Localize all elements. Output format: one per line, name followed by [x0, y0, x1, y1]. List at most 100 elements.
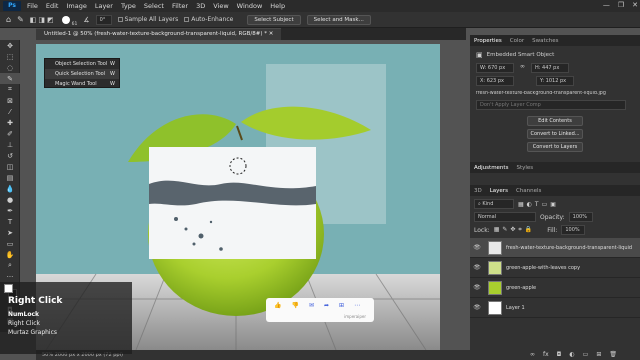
lock-label: Lock: — [474, 226, 490, 234]
tab-color[interactable]: Color — [510, 38, 524, 44]
tab-channels[interactable]: Channels — [516, 188, 541, 194]
y-field[interactable]: Y: 1012 px — [536, 76, 574, 86]
tab-swatches[interactable]: Swatches — [532, 38, 558, 44]
width-field[interactable]: W: 670 px — [476, 63, 514, 73]
clone-stamp-icon[interactable]: ⊥ — [0, 139, 20, 150]
more-tools-icon[interactable]: ··· — [0, 271, 20, 282]
link-icon[interactable]: ∞ — [520, 63, 525, 73]
menu-3d[interactable]: 3D — [192, 2, 209, 10]
tab-3d[interactable]: 3D — [474, 188, 482, 194]
flyout-quick-selection[interactable]: Quick Selection Tool W — [45, 69, 119, 79]
brush-preview-icon[interactable] — [61, 15, 70, 24]
select-subject-button[interactable]: Select Subject — [247, 14, 301, 25]
dodge-tool-icon[interactable]: ● — [0, 194, 20, 205]
angle-icon[interactable]: ∡ — [83, 16, 89, 24]
foreground-color-swatch[interactable] — [4, 284, 13, 293]
convert-to-layers-button[interactable]: Convert to Layers — [527, 142, 583, 152]
dislike-icon[interactable]: 👎 — [291, 302, 298, 309]
layer-row[interactable]: 👁 fresh-water-texture-background-transpa… — [470, 238, 640, 258]
visibility-eye-icon[interactable]: 👁 — [470, 304, 484, 311]
more-icon[interactable]: ⋯ — [354, 302, 360, 309]
share-icon[interactable]: ➦ — [324, 302, 329, 309]
lock-icons[interactable]: ▦✎✥⌗🔒 — [494, 226, 536, 234]
tab-styles[interactable]: Styles — [516, 165, 533, 171]
menu-select[interactable]: Select — [140, 2, 168, 10]
hand-tool-icon[interactable]: ✋ — [0, 249, 20, 260]
kind-filter-select[interactable]: ⌕ Kind — [474, 199, 514, 209]
menu-filter[interactable]: Filter — [168, 2, 192, 10]
tab-layers[interactable]: Layers — [490, 188, 508, 194]
edit-contents-button[interactable]: Edit Contents — [527, 116, 583, 126]
like-icon[interactable]: 👍 — [274, 302, 281, 309]
quick-selection-icon[interactable]: ✎ — [17, 15, 24, 24]
group-icon[interactable]: ▭ — [583, 351, 589, 358]
height-field[interactable]: H: 447 px — [531, 63, 569, 73]
comment-icon[interactable]: ✉ — [309, 302, 314, 309]
menu-window[interactable]: Window — [233, 2, 267, 10]
menu-help[interactable]: Help — [266, 2, 289, 10]
fill-field[interactable]: 100% — [561, 225, 586, 235]
menu-layer[interactable]: Layer — [91, 2, 117, 10]
brush-size-value[interactable]: 61 — [72, 22, 78, 27]
layer-comp-select[interactable]: Don't Apply Layer Comp — [476, 100, 626, 110]
flyout-object-selection[interactable]: Object Selection Tool W — [45, 59, 119, 69]
eyedropper-tool-icon[interactable]: ⁄ — [0, 106, 20, 117]
visibility-eye-icon[interactable]: 👁 — [470, 284, 484, 291]
move-tool-icon[interactable]: ✥ — [0, 40, 20, 51]
select-and-mask-button[interactable]: Select and Mask... — [306, 14, 371, 25]
convert-to-linked-button[interactable]: Convert to Linked... — [527, 129, 583, 139]
blend-mode-select[interactable]: Normal — [474, 212, 536, 222]
visibility-eye-icon[interactable]: 👁 — [470, 264, 484, 271]
menu-type[interactable]: Type — [117, 2, 140, 10]
lasso-tool-icon[interactable]: ◌ — [0, 62, 20, 73]
history-brush-icon[interactable]: ↺ — [0, 150, 20, 161]
filter-icons[interactable]: ▦◐T▭▣ — [518, 201, 559, 208]
minimize-icon[interactable]: — — [603, 1, 610, 9]
like-share-bar: 👍 👎 ✉ ➦ ⊞ ⋯ imperaiper — [266, 298, 374, 322]
brush-tool-icon[interactable]: ✐ — [0, 128, 20, 139]
overlay-title: Right Click — [8, 296, 63, 306]
frame-tool-icon[interactable]: ⊠ — [0, 95, 20, 106]
menu-view[interactable]: View — [209, 2, 232, 10]
shape-tool-icon[interactable]: ▭ — [0, 238, 20, 249]
menu-image[interactable]: Image — [62, 2, 90, 10]
path-selection-icon[interactable]: ➤ — [0, 227, 20, 238]
type-tool-icon[interactable]: T — [0, 216, 20, 227]
blur-tool-icon[interactable]: 💧 — [0, 183, 20, 194]
save-icon[interactable]: ⊞ — [339, 302, 344, 309]
layer-row[interactable]: 👁 Layer 1 — [470, 298, 640, 318]
adjustment-layer-icon[interactable]: ◐ — [569, 351, 574, 358]
layer-row[interactable]: 👁 green-apple-with-leaves copy — [470, 258, 640, 278]
close-icon[interactable]: ✕ — [632, 1, 638, 9]
delete-layer-icon[interactable]: 🗑 — [609, 351, 617, 358]
tab-adjustments[interactable]: Adjustments — [474, 165, 508, 171]
auto-enhance-checkbox[interactable]: Auto-Enhance — [184, 16, 233, 23]
link-layers-icon[interactable]: ∞ — [530, 351, 535, 358]
marquee-tool-icon[interactable]: ⬚ — [0, 51, 20, 62]
eraser-tool-icon[interactable]: ◫ — [0, 161, 20, 172]
crop-tool-icon[interactable]: ⌗ — [0, 84, 20, 95]
opacity-field[interactable]: 100% — [568, 212, 593, 222]
add-mask-icon[interactable]: ◘ — [557, 351, 562, 358]
layer-row[interactable]: 👁 green-apple — [470, 278, 640, 298]
flyout-magic-wand[interactable]: Magic Wand Tool W — [45, 79, 119, 89]
zoom-tool-icon[interactable]: ⌕ — [0, 260, 20, 271]
sample-all-layers-checkbox[interactable]: Sample All Layers — [117, 16, 178, 23]
gradient-tool-icon[interactable]: ▤ — [0, 172, 20, 183]
healing-brush-icon[interactable]: ✚ — [0, 117, 20, 128]
home-icon[interactable]: ⌂ — [6, 15, 11, 24]
quick-selection-tool-icon[interactable]: ✎ — [0, 73, 20, 84]
pen-tool-icon[interactable]: ✒ — [0, 205, 20, 216]
menu-file[interactable]: File — [23, 2, 42, 10]
visibility-eye-icon[interactable]: 👁 — [470, 244, 484, 251]
tab-close-icon[interactable]: ✕ — [269, 31, 274, 37]
restore-icon[interactable]: ❐ — [618, 1, 624, 9]
document-tab[interactable]: Untitled-1 @ 50% (fresh-water-texture-ba… — [36, 28, 282, 40]
angle-field[interactable]: 0° — [95, 14, 112, 25]
brush-mode-icons[interactable]: ◧◨◩ — [30, 16, 56, 24]
x-field[interactable]: X: 623 px — [476, 76, 514, 86]
tab-properties[interactable]: Properties — [474, 38, 502, 44]
menu-edit[interactable]: Edit — [42, 2, 63, 10]
new-layer-icon[interactable]: ⊞ — [596, 351, 601, 358]
fx-icon[interactable]: fx — [543, 351, 549, 358]
